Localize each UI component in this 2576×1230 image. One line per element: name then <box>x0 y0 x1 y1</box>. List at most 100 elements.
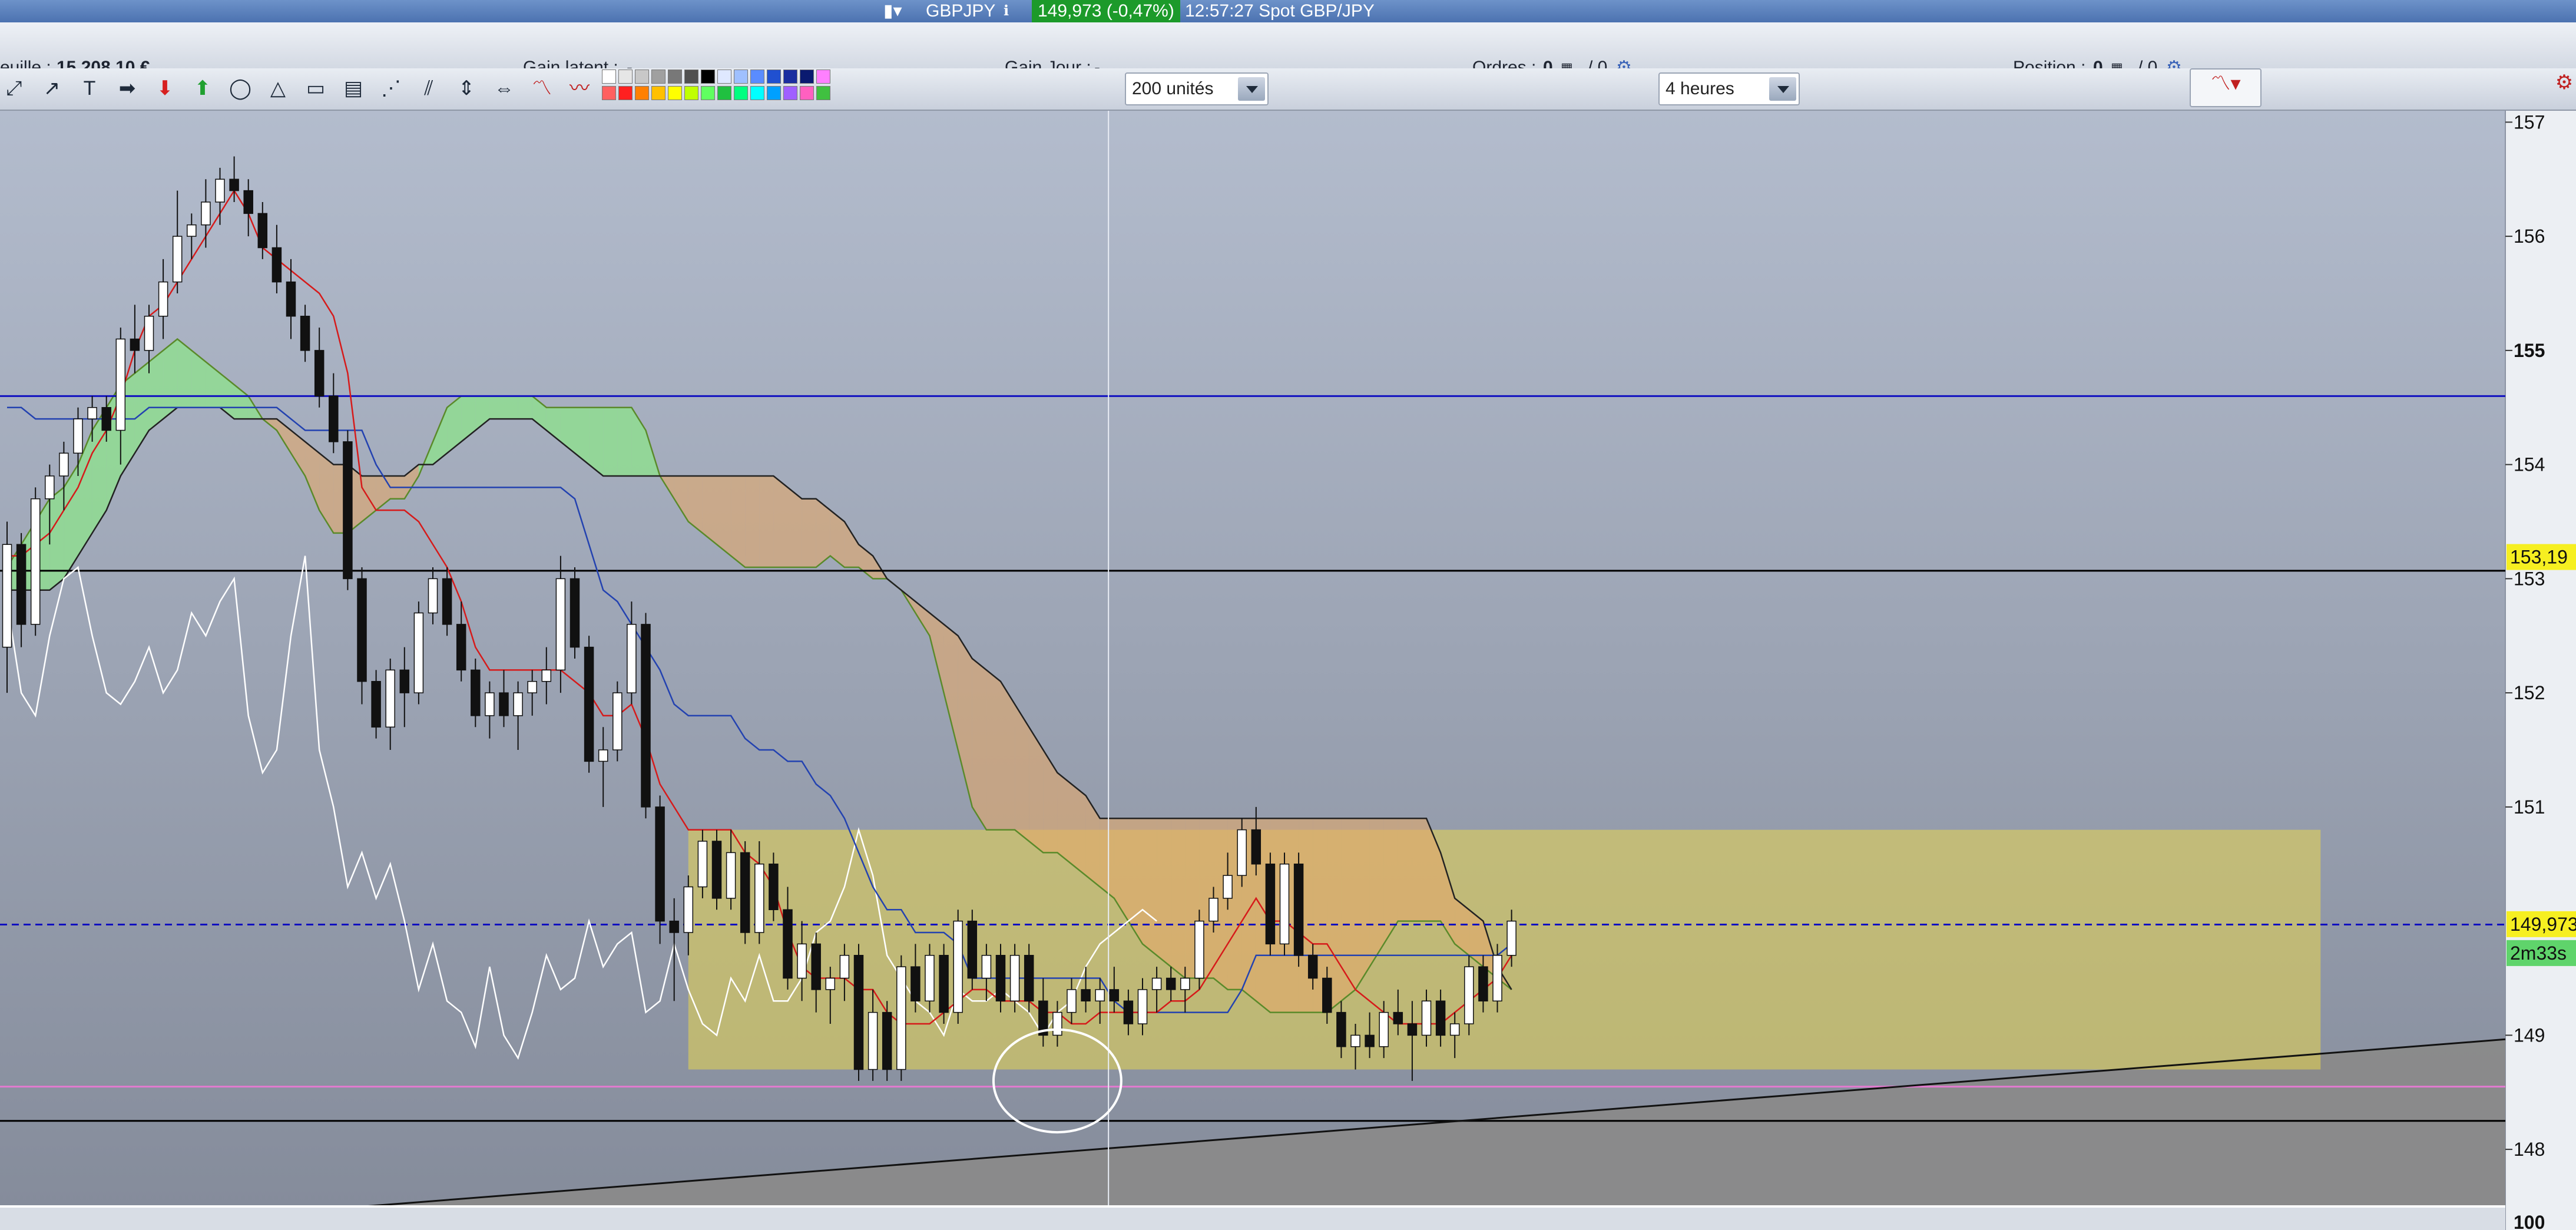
chevron-down-icon[interactable] <box>1769 77 1796 101</box>
color-swatch[interactable] <box>816 86 830 100</box>
color-swatch[interactable] <box>602 86 616 100</box>
color-swatch[interactable] <box>618 70 633 84</box>
candle-body <box>286 281 296 317</box>
color-swatch[interactable] <box>783 70 797 84</box>
color-swatch[interactable] <box>651 86 665 100</box>
candle-body <box>1492 955 1502 1001</box>
color-swatch[interactable] <box>701 86 715 100</box>
trend-tool-icon[interactable]: ↗ <box>38 74 66 102</box>
color-swatch[interactable] <box>701 70 715 84</box>
arrow-right-icon[interactable]: ➡ <box>113 74 141 102</box>
bearish-cloud-segment <box>731 476 746 567</box>
color-swatch[interactable] <box>651 70 665 84</box>
color-swatch[interactable] <box>668 70 682 84</box>
color-swatch[interactable] <box>717 70 731 84</box>
wave-tool-icon[interactable]: 〰 <box>565 74 594 102</box>
candle-body <box>939 955 949 1013</box>
settings-icon[interactable]: ⚙ <box>2552 68 2576 97</box>
candle-body <box>1180 977 1190 990</box>
arrow-down-icon[interactable]: ⬇ <box>151 74 179 102</box>
candle-body <box>1194 920 1204 979</box>
title-bar: ▮▾ GBPJPY ℹ 149,973 (-0,47%) 12:57:27 Sp… <box>0 0 2576 22</box>
color-swatch[interactable] <box>750 70 764 84</box>
ellipse-tool-icon[interactable]: ◯ <box>226 74 254 102</box>
chart-type-icon[interactable]: ▮▾ <box>883 0 902 22</box>
y-tick-label: 157 <box>2514 111 2545 133</box>
bearish-cloud-segment <box>717 476 731 556</box>
fan-tool-icon[interactable]: ⋰ <box>377 74 405 102</box>
period-select[interactable]: 4 heures <box>1658 72 1800 105</box>
color-swatch[interactable] <box>816 70 830 84</box>
bearish-cloud-segment <box>1171 818 1186 978</box>
candle-body <box>1151 977 1162 990</box>
color-swatch[interactable] <box>684 70 698 84</box>
period-select-value: 4 heures <box>1666 79 1734 98</box>
candle-body <box>1365 1034 1375 1047</box>
candle-body <box>1464 966 1474 1024</box>
candle-body <box>16 544 27 625</box>
color-swatch[interactable] <box>684 86 698 100</box>
info-icon[interactable]: ℹ <box>1004 0 1009 22</box>
horizontal-line-icon[interactable]: ⇔ <box>490 74 518 102</box>
candle-body <box>825 977 836 990</box>
candle-body <box>868 1011 878 1070</box>
candle-body <box>612 692 623 750</box>
ray-tool-icon[interactable]: ⤢ <box>0 74 28 102</box>
color-swatch[interactable] <box>635 70 649 84</box>
color-swatch[interactable] <box>734 86 748 100</box>
price-chart[interactable]: 157 156 155 154 153 152 151 149 148 100 153,19 149… <box>0 111 2576 1230</box>
candle-body <box>1024 955 1034 1001</box>
candle-body <box>257 213 268 249</box>
candle-body <box>1009 955 1020 1001</box>
candle-body <box>45 475 55 500</box>
channel-tool-icon[interactable]: ⫽ <box>415 74 443 102</box>
triangle-tool-icon[interactable]: △ <box>264 74 292 102</box>
color-swatch[interactable] <box>800 86 814 100</box>
candle-body <box>1322 977 1332 1013</box>
fibonacci-tool-icon[interactable]: ▤ <box>339 74 367 102</box>
rectangle-tool-icon[interactable]: ▭ <box>302 74 330 102</box>
bearish-cloud-segment <box>1071 784 1086 876</box>
color-swatch[interactable] <box>635 86 649 100</box>
chevron-down-icon[interactable] <box>1238 77 1265 101</box>
candle-body <box>1052 1011 1062 1036</box>
arrow-up-icon[interactable]: ⬆ <box>188 74 217 102</box>
candle-body <box>456 624 466 671</box>
color-swatch[interactable] <box>734 70 748 84</box>
candle-body <box>1166 977 1176 990</box>
y-tick-label: 155 <box>2514 340 2545 361</box>
color-swatch[interactable] <box>618 86 633 100</box>
candle-body <box>1336 1011 1346 1047</box>
color-swatch[interactable] <box>767 86 781 100</box>
candle-body <box>1407 1023 1418 1036</box>
units-select[interactable]: 200 unités <box>1125 72 1269 105</box>
color-swatch[interactable] <box>783 86 797 100</box>
candle-body <box>769 864 779 910</box>
candle-body <box>399 669 410 693</box>
candle-body <box>1251 829 1261 865</box>
text-tool-icon[interactable]: T <box>75 74 104 102</box>
candle-body <box>967 920 978 979</box>
symbol-label[interactable]: GBPJPY <box>926 0 995 22</box>
candle-body <box>981 955 992 979</box>
color-swatch[interactable] <box>767 70 781 84</box>
pattern-tool-icon[interactable]: 〽 <box>528 74 556 102</box>
color-swatch[interactable] <box>800 70 814 84</box>
color-swatch[interactable] <box>717 86 731 100</box>
bearish-cloud-segment <box>1355 818 1370 990</box>
candle-body <box>30 498 41 625</box>
bearish-cloud-segment <box>1398 818 1412 921</box>
candle-body <box>1123 1000 1134 1024</box>
candle-body <box>555 578 566 671</box>
color-palette[interactable] <box>602 70 833 102</box>
vertical-line-icon[interactable]: ⇕ <box>452 74 481 102</box>
candle-body <box>1478 966 1488 1001</box>
candle-body <box>1350 1034 1360 1047</box>
color-swatch[interactable] <box>668 86 682 100</box>
color-swatch[interactable] <box>602 70 616 84</box>
indicator-menu-button[interactable]: 〽▾ <box>2190 68 2262 107</box>
bullish-cloud-segment <box>617 407 632 476</box>
candle-body <box>1265 864 1276 945</box>
bearish-cloud-segment <box>1100 818 1114 898</box>
color-swatch[interactable] <box>750 86 764 100</box>
